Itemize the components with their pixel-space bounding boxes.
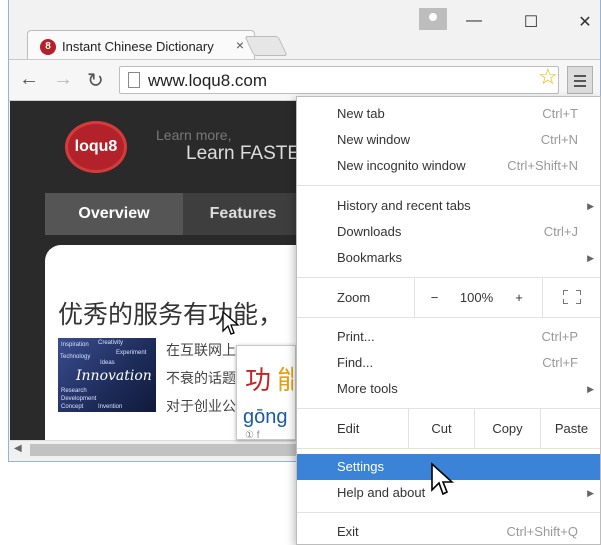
menu-item-bookmarks[interactable]: Bookmarks ▶ xyxy=(297,245,600,271)
edit-row: Edit Cut Copy Paste xyxy=(297,409,600,448)
zoom-in-button[interactable]: + xyxy=(499,278,539,317)
menu-item-exit[interactable]: Exit Ctrl+Shift+Q xyxy=(297,519,600,545)
image-word: Creativity xyxy=(98,340,124,346)
submenu-arrow-icon: ▶ xyxy=(587,253,594,263)
zoom-label: Zoom xyxy=(337,290,371,305)
menu-label: Help and about xyxy=(337,485,426,500)
chinese-text-line: 不衰的话题 xyxy=(166,370,236,386)
image-word: Experiment xyxy=(116,350,147,356)
submenu-arrow-icon: ▶ xyxy=(587,384,594,394)
menu-divider xyxy=(297,448,600,449)
menu-shortcut: Ctrl+F xyxy=(542,355,578,370)
loqu8-logo[interactable]: loqu8 xyxy=(65,121,127,173)
minimize-button[interactable]: — xyxy=(454,12,494,30)
menu-item-new-window[interactable]: New window Ctrl+N xyxy=(297,127,600,153)
tagline-big: Learn FASTE xyxy=(186,143,301,164)
menu-item-history[interactable]: History and recent tabs ▶ xyxy=(297,193,600,219)
cut-button[interactable]: Cut xyxy=(408,409,474,448)
tab-close-icon[interactable]: × xyxy=(236,37,244,53)
forward-arrow-icon[interactable]: → xyxy=(53,68,73,91)
popup-character-2: 能 xyxy=(277,365,293,395)
bookmark-star-icon[interactable]: ☆ xyxy=(538,64,558,90)
menu-shortcut: Ctrl+N xyxy=(540,132,578,147)
menu-label: Print... xyxy=(337,329,375,344)
mouse-cursor-icon xyxy=(431,462,454,496)
url-text[interactable]: www.loqu8.com xyxy=(148,71,267,91)
address-bar[interactable]: www.loqu8.com xyxy=(119,66,559,94)
image-word: Concept xyxy=(61,404,84,410)
chrome-menu-button[interactable] xyxy=(567,66,593,94)
menu-shortcut: Ctrl+T xyxy=(542,106,578,121)
image-word: Inspiration xyxy=(61,342,89,348)
menu-item-find[interactable]: Find... Ctrl+F xyxy=(297,350,600,376)
image-word: Development xyxy=(61,396,97,402)
maximize-button[interactable]: ☐ xyxy=(511,12,551,32)
popup-character: 功 xyxy=(245,365,272,395)
image-word: Research xyxy=(61,388,87,394)
zoom-value: 100% xyxy=(459,290,494,305)
tab-title: Instant Chinese Dictionary xyxy=(62,39,214,54)
copy-button[interactable]: Copy xyxy=(474,409,540,448)
fullscreen-icon xyxy=(563,290,581,304)
nav-features[interactable]: Features xyxy=(183,193,303,235)
menu-item-more-tools[interactable]: More tools ▶ xyxy=(297,376,600,402)
image-word: Technology xyxy=(60,354,91,360)
mouse-cursor-icon xyxy=(222,311,240,335)
menu-shortcut: Ctrl+J xyxy=(543,224,578,239)
submenu-arrow-icon: ▶ xyxy=(587,488,594,498)
popup-pinyin: gōng xyxy=(243,406,288,428)
innovation-image: Inspiration Creativity Experiment Techno… xyxy=(58,338,156,412)
scrollbar-thumb[interactable] xyxy=(30,444,296,456)
tagline-small: Learn more, xyxy=(156,127,232,143)
menu-label: More tools xyxy=(337,381,398,396)
menu-item-print[interactable]: Print... Ctrl+P xyxy=(297,324,600,350)
edit-label: Edit xyxy=(337,421,360,436)
profile-icon[interactable] xyxy=(419,8,447,30)
menu-label: Bookmarks xyxy=(337,250,403,265)
chinese-text-line: 在互联网上 xyxy=(166,342,236,358)
chinese-headline: 优秀的服务有功能， xyxy=(58,301,284,329)
menu-shortcut: Ctrl+Shift+N xyxy=(507,158,578,173)
paste-button[interactable]: Paste xyxy=(540,409,601,448)
menu-shortcut: Ctrl+Shift+Q xyxy=(506,524,578,539)
close-window-button[interactable]: ✕ xyxy=(565,12,601,32)
page-icon xyxy=(128,72,140,88)
menu-label: History and recent tabs xyxy=(337,198,471,213)
submenu-arrow-icon: ▶ xyxy=(587,201,594,211)
loqu8-favicon-icon: 8 xyxy=(40,39,56,55)
menu-label: New tab xyxy=(337,106,385,121)
image-word: Ideas xyxy=(100,360,115,366)
menu-divider xyxy=(297,317,600,318)
nav-overview[interactable]: Overview xyxy=(45,193,183,235)
chinese-text-line: 对于创业公 xyxy=(166,398,236,414)
back-arrow-icon[interactable]: ← xyxy=(19,68,39,91)
title-bar: 8 Instant Chinese Dictionary × — ☐ ✕ xyxy=(9,0,601,60)
menu-shortcut: Ctrl+P xyxy=(541,329,578,344)
menu-divider xyxy=(297,512,600,513)
menu-label: Settings xyxy=(337,459,384,474)
menu-label: New incognito window xyxy=(337,158,466,173)
menu-label: Find... xyxy=(337,355,374,370)
menu-label: New window xyxy=(337,132,410,147)
menu-label: Downloads xyxy=(337,224,402,239)
zoom-row: Zoom − 100% + xyxy=(297,278,600,317)
dictionary-popup: 功 能 gōng ① f xyxy=(236,345,296,441)
popup-note: ① f xyxy=(245,430,260,441)
reload-icon[interactable]: ↻ xyxy=(87,68,104,93)
fullscreen-button[interactable] xyxy=(542,278,601,317)
toolbar: ← → ↻ www.loqu8.com xyxy=(9,59,600,101)
menu-label: Exit xyxy=(337,524,359,539)
scroll-left-icon[interactable]: ◀ xyxy=(14,443,22,454)
menu-item-new-incognito[interactable]: New incognito window Ctrl+Shift+N xyxy=(297,153,600,179)
image-word: Invention xyxy=(98,404,123,410)
browser-tab[interactable]: 8 Instant Chinese Dictionary × xyxy=(27,30,255,60)
menu-item-new-tab[interactable]: New tab Ctrl+T xyxy=(297,101,600,127)
zoom-out-button[interactable]: − xyxy=(414,278,454,317)
image-big-word: Innovation xyxy=(76,368,152,384)
menu-divider xyxy=(297,185,600,186)
site-nav: Overview Features xyxy=(45,193,305,235)
menu-item-downloads[interactable]: Downloads Ctrl+J xyxy=(297,219,600,245)
